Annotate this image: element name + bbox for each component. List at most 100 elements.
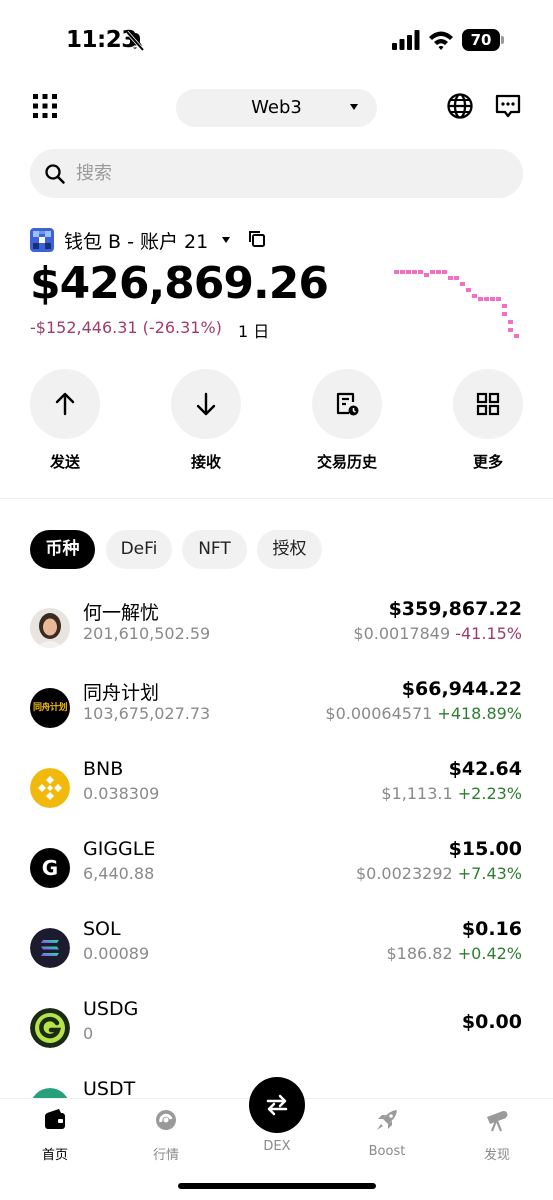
asset-price: $1,113.1	[381, 784, 453, 803]
market-icon	[156, 1110, 176, 1130]
asset-price: $0.00064571	[325, 704, 433, 723]
asset-price-change: $0.0023292 +7.43%	[356, 864, 522, 883]
asset-price-change: $186.82 +0.42%	[387, 944, 523, 963]
telescope-icon	[487, 1111, 508, 1132]
tab-approvals[interactable]: 授权	[257, 530, 322, 569]
asset-change: +418.89%	[437, 704, 522, 723]
arrow-up-icon	[55, 392, 75, 416]
history-label: 交易历史	[316, 453, 377, 471]
asset-quantity: 0.038309	[83, 784, 160, 803]
asset-price: $186.82	[386, 944, 453, 963]
wallet-avatar[interactable]	[30, 228, 54, 252]
more-circle[interactable]	[453, 369, 523, 439]
send-button[interactable]: 发送	[30, 369, 100, 472]
history-button[interactable]: 交易历史	[312, 369, 382, 472]
signal-icon	[392, 30, 420, 50]
network-selector[interactable]: Web3	[176, 89, 377, 127]
section-divider	[0, 498, 553, 499]
swap-arrows-icon	[266, 1094, 288, 1116]
chevron-down-icon	[350, 104, 358, 110]
asset-row[interactable]: SOL 0.00089 $0.16 $186.82 +0.42%	[0, 918, 553, 978]
receive-circle[interactable]	[171, 369, 241, 439]
battery-level: 70	[462, 29, 500, 51]
more-button[interactable]: 更多	[453, 369, 523, 472]
asset-change: +7.43%	[457, 864, 522, 883]
asset-quantity: 103,675,027.73	[83, 704, 211, 723]
nav-market[interactable]: 行情	[131, 1107, 201, 1163]
asset-name: USDT	[83, 1078, 136, 1100]
send-circle[interactable]	[30, 369, 100, 439]
asset-change: -41.15%	[455, 624, 522, 643]
asset-value: $0.16	[461, 918, 522, 940]
nav-dex-label: DEX	[263, 1139, 291, 1154]
asset-price-change: $1,113.1 +2.23%	[381, 784, 522, 803]
giggle-logo: G	[30, 848, 70, 888]
wifi-icon	[429, 31, 453, 50]
asset-quantity: 6,440.88	[83, 864, 155, 883]
asset-name: 何一解忧	[83, 602, 160, 624]
nav-discover[interactable]: 发现	[462, 1107, 532, 1163]
asset-value: $0.00	[461, 1011, 522, 1033]
tab-nft[interactable]: NFT	[182, 530, 247, 569]
account-chevron-down-icon[interactable]	[222, 237, 230, 243]
tab-defi[interactable]: DeFi	[106, 530, 172, 569]
asset-change: +2.23%	[457, 784, 522, 803]
bnb-logo-icon	[30, 768, 70, 808]
battery-nub	[501, 36, 504, 44]
asset-row[interactable]: 同舟计划 同舟计划 103,675,027.73 $66,944.22 $0.0…	[0, 678, 553, 738]
balance-sparkline	[394, 270, 519, 338]
tab-tokens[interactable]: 币种	[30, 530, 95, 569]
asset-price: $0.0017849	[353, 624, 451, 643]
nav-home[interactable]: 首页	[20, 1107, 90, 1163]
account-name[interactable]: 钱包 B - 账户 21	[64, 227, 208, 254]
balance-change: -$152,446.31 (-26.31%)	[30, 318, 222, 337]
network-label: Web3	[251, 97, 302, 118]
asset-name: GIGGLE	[83, 838, 156, 860]
search-input[interactable]	[76, 149, 496, 198]
dex-swap-button[interactable]	[249, 1077, 305, 1133]
asset-quantity: 0	[83, 1024, 94, 1043]
token-avatar-photo	[30, 608, 70, 648]
period-selector[interactable]: 1 日	[238, 318, 269, 342]
search-bar[interactable]	[30, 149, 523, 198]
more-label: 更多	[472, 453, 503, 471]
asset-price: $0.0023292	[355, 864, 453, 883]
bell-muted-icon	[125, 30, 145, 52]
asset-quantity: 201,610,502.59	[83, 624, 211, 643]
asset-name: BNB	[83, 758, 124, 780]
asset-price-change: $0.00064571 +418.89%	[325, 704, 522, 723]
asset-row[interactable]: USDG 0 $0.00	[0, 998, 553, 1058]
asset-value: $66,944.22	[401, 678, 522, 700]
sol-logo-icon	[30, 928, 70, 968]
copy-icon[interactable]	[248, 230, 266, 248]
globe-icon[interactable]	[446, 92, 474, 120]
asset-value: $15.00	[448, 838, 522, 860]
nav-boost[interactable]: Boost	[352, 1107, 422, 1159]
nav-home-label: 首页	[41, 1148, 68, 1163]
message-icon[interactable]	[494, 92, 522, 120]
search-icon	[45, 164, 65, 184]
wallet-icon	[45, 1109, 65, 1129]
asset-quantity: 0.00089	[83, 944, 150, 963]
history-circle[interactable]	[312, 369, 382, 439]
battery-indicator: 70	[462, 29, 504, 53]
send-label: 发送	[49, 453, 80, 471]
asset-price-change: $0.0017849 -41.15%	[353, 624, 522, 643]
asset-row[interactable]: G GIGGLE 6,440.88 $15.00 $0.0023292 +7.4…	[0, 838, 553, 898]
total-balance: $426,869.26	[30, 258, 329, 309]
nav-discover-label: 发现	[483, 1148, 510, 1163]
receive-button[interactable]: 接收	[171, 369, 241, 472]
asset-row[interactable]: BNB 0.038309 $42.64 $1,113.1 +2.23%	[0, 758, 553, 818]
nav-market-label: 行情	[152, 1148, 179, 1163]
asset-row[interactable]: 何一解忧 201,610,502.59 $359,867.22 $0.00178…	[0, 598, 553, 658]
receive-label: 接收	[190, 453, 221, 471]
rocket-icon	[377, 1110, 397, 1130]
apps-grid-icon[interactable]	[33, 94, 57, 118]
grid-icon	[476, 392, 500, 416]
asset-value: $42.64	[448, 758, 522, 780]
asset-value: $359,867.22	[388, 598, 522, 620]
home-indicator	[178, 1183, 376, 1189]
tongzhou-logo: 同舟计划	[30, 688, 70, 728]
asset-name: 同舟计划	[83, 682, 160, 704]
usdg-logo-icon	[30, 1008, 70, 1048]
